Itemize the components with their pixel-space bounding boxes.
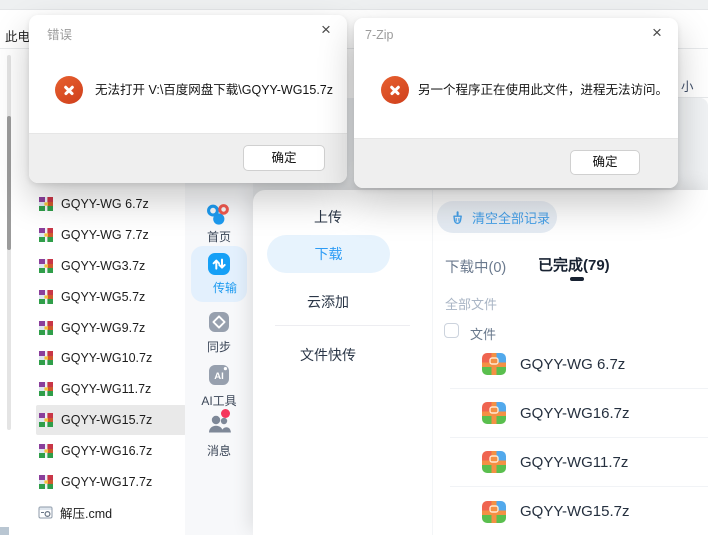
- cmd-file-icon: [38, 506, 53, 519]
- svg-text:AI: AI: [214, 371, 224, 382]
- scrollbar-thumb[interactable]: [7, 116, 11, 250]
- download-record-row[interactable]: GQYY-WG11.7z: [450, 438, 708, 487]
- download-record-row[interactable]: GQYY-WG 6.7z: [450, 340, 708, 389]
- close-icon[interactable]: ×: [315, 19, 337, 41]
- archive-package-icon: [482, 402, 506, 424]
- sidebar-item-ai-tools[interactable]: AI工具: [185, 392, 253, 409]
- winrar-archive-icon: [39, 474, 53, 489]
- winrar-archive-icon: [39, 443, 53, 458]
- error-icon: [55, 76, 83, 104]
- nav-download-active[interactable]: 下载: [267, 235, 390, 273]
- error-dialog-title: 错误: [47, 28, 73, 42]
- file-row[interactable]: GQYY-WG10.7z: [12, 343, 186, 374]
- ok-button[interactable]: 确定: [243, 145, 325, 171]
- nav-cloud-add[interactable]: 云添加: [253, 292, 403, 312]
- winrar-archive-icon: [39, 228, 53, 243]
- sync-icon[interactable]: [208, 311, 230, 333]
- select-all-checkbox[interactable]: [444, 323, 459, 338]
- active-tab-indicator: [570, 277, 584, 281]
- sidebar-item-messages[interactable]: 消息: [185, 442, 253, 459]
- winrar-archive-icon: [39, 382, 53, 397]
- sevenzip-message: 另一个程序正在使用此文件，进程无法访问。: [418, 83, 669, 97]
- screen: 此电 小 GQYY-WG 6.7z GQYY-WG 7.7z GQYY-WG3.…: [0, 0, 708, 535]
- size-column-header[interactable]: 小: [681, 76, 694, 95]
- sidebar-item-home[interactable]: 首页: [185, 228, 253, 245]
- archive-package-icon: [482, 451, 506, 473]
- explorer-tab-label[interactable]: 此电: [5, 26, 30, 45]
- broom-icon: [453, 210, 462, 224]
- file-row[interactable]: GQYY-WG17.7z: [12, 466, 186, 497]
- ok-button[interactable]: 确定: [570, 150, 640, 175]
- sidebar-item-transfer[interactable]: 传输: [191, 246, 247, 302]
- transfer-icon: [208, 253, 230, 275]
- file-row[interactable]: GQYY-WG5.7z: [12, 281, 186, 312]
- ai-tools-icon[interactable]: AI: [208, 364, 230, 386]
- error-dialog: 错误 × 无法打开 V:\百度网盘下载\GQYY-WG15.7z 确定: [29, 15, 347, 183]
- divider: [275, 325, 410, 326]
- winrar-archive-icon: [39, 197, 53, 212]
- filter-all-files[interactable]: 全部文件: [445, 294, 497, 313]
- clear-all-records-label: 清空全部记录: [472, 210, 551, 226]
- archive-package-icon: [482, 353, 506, 375]
- winrar-archive-icon: [39, 412, 53, 427]
- file-row[interactable]: 解压.cmd: [12, 497, 186, 528]
- download-record-row[interactable]: GQYY-WG16.7z: [450, 389, 708, 438]
- error-icon: [381, 76, 409, 104]
- file-row[interactable]: GQYY-WG3.7z: [12, 251, 186, 282]
- close-icon[interactable]: ×: [646, 22, 668, 44]
- download-record-row[interactable]: GQYY-WG15.7z: [450, 487, 708, 535]
- file-row[interactable]: GQYY-WG11.7z: [12, 374, 186, 405]
- horizontal-scrollbar[interactable]: [0, 527, 9, 535]
- explorer-titlebar: [0, 0, 708, 10]
- file-row-selected[interactable]: GQYY-WG15.7z: [36, 404, 186, 436]
- tab-completed[interactable]: 已完成(79): [538, 254, 610, 275]
- netdisk-logo-icon[interactable]: [206, 203, 232, 226]
- clear-all-records-button[interactable]: 清空全部记录: [437, 201, 557, 233]
- sidebar-item-sync[interactable]: 同步: [185, 338, 253, 355]
- notification-badge: [221, 409, 230, 418]
- winrar-archive-icon: [39, 258, 53, 273]
- sevenzip-dialog: 7-Zip × 另一个程序正在使用此文件，进程无法访问。 确定: [354, 18, 678, 188]
- winrar-archive-icon: [39, 320, 53, 335]
- file-row[interactable]: GQYY-WG 6.7z: [12, 189, 186, 220]
- transfer-nav: 上传 下载 云添加 文件快传: [253, 190, 433, 535]
- sidebar-item-transfer-label: 传输: [212, 281, 237, 295]
- nav-upload[interactable]: 上传: [253, 207, 403, 227]
- sevenzip-dialog-title: 7-Zip: [365, 28, 394, 42]
- file-row[interactable]: GQYY-WG9.7z: [12, 312, 186, 343]
- tab-downloading[interactable]: 下载中(0): [445, 256, 506, 277]
- nav-quick-transfer[interactable]: 文件快传: [253, 345, 403, 365]
- winrar-archive-icon: [39, 289, 53, 304]
- file-row[interactable]: GQYY-WG 7.7z: [12, 220, 186, 251]
- error-message: 无法打开 V:\百度网盘下载\GQYY-WG15.7z: [95, 83, 334, 97]
- archive-package-icon: [482, 500, 506, 523]
- file-row[interactable]: GQYY-WG16.7z: [12, 435, 186, 466]
- winrar-archive-icon: [39, 351, 53, 366]
- explorer-file-list: GQYY-WG 6.7z GQYY-WG 7.7z GQYY-WG3.7z GQ…: [12, 189, 186, 528]
